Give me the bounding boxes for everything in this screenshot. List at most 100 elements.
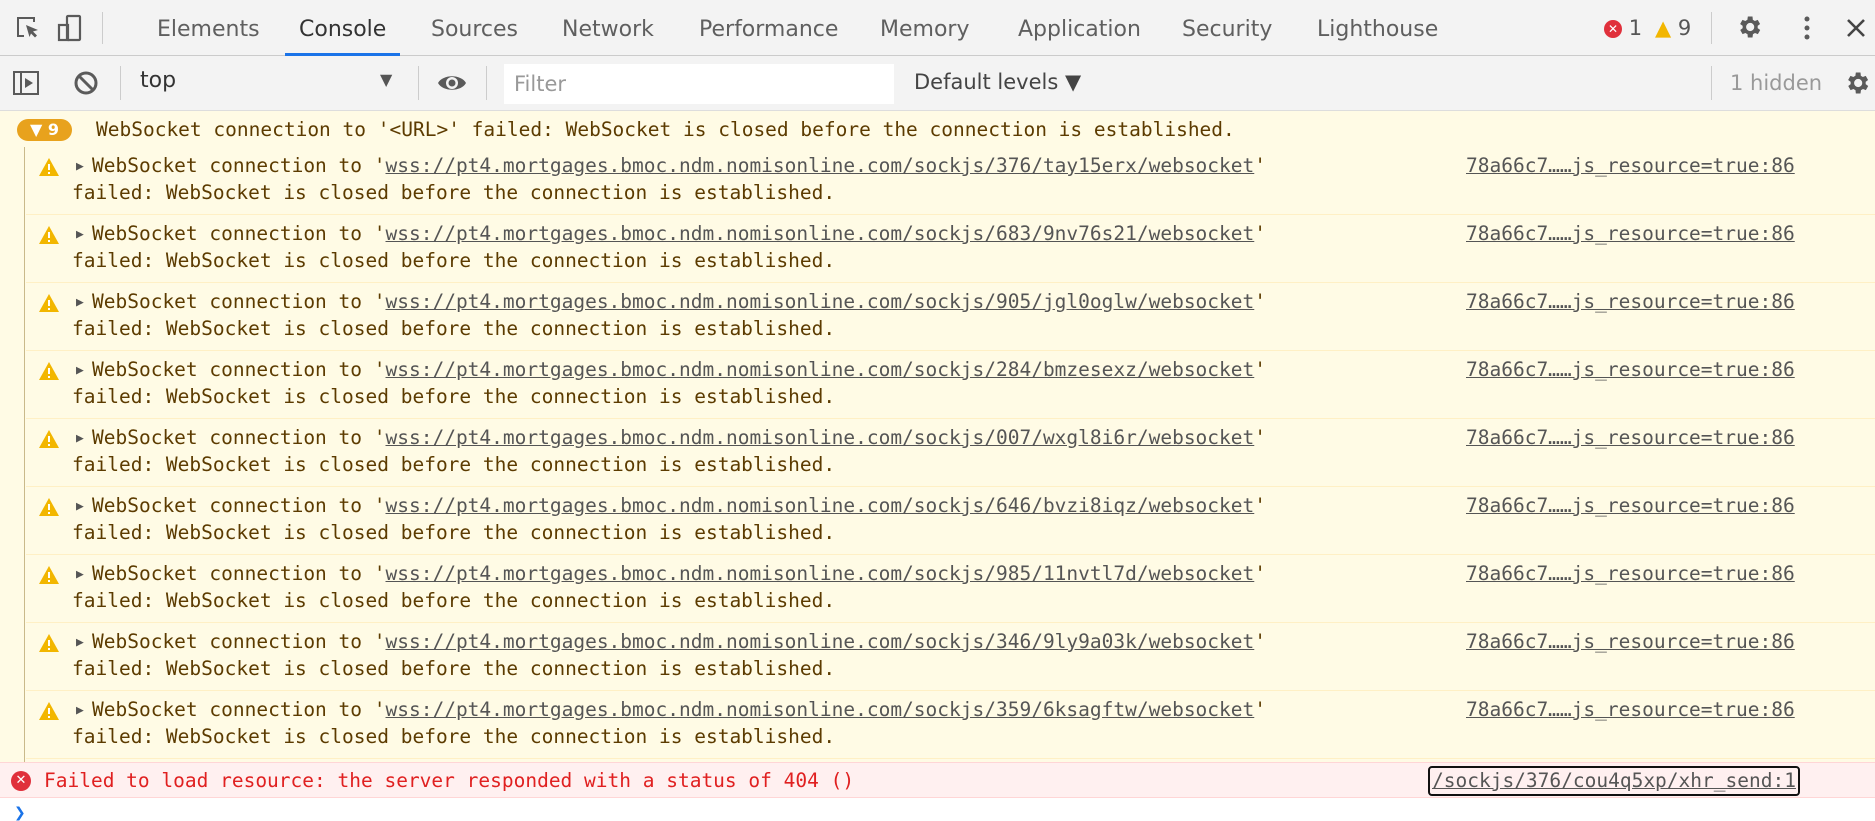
tab-console[interactable]: Console [285,0,401,56]
divider [1711,66,1712,100]
expand-triangle-icon[interactable]: ▶ [76,159,84,174]
message-group-header[interactable]: ▼ 9 WebSocket connection to '<URL>' fail… [0,111,1875,148]
warning-icon [39,430,59,448]
tab-sources[interactable]: Sources [417,0,532,55]
message-line-2: failed: WebSocket is closed before the c… [72,249,836,272]
expand-triangle-icon[interactable]: ▶ [76,635,84,650]
error-count[interactable]: ✕ 1 [1604,16,1642,40]
tab-performance[interactable]: Performance [685,0,852,55]
message-suffix: ' [1254,494,1267,517]
group-count-badge[interactable]: ▼ 9 [17,119,72,141]
source-link[interactable]: 78a66c7……js_resource=true:86 [1466,630,1795,653]
source-link[interactable]: 78a66c7……js_resource=true:86 [1466,698,1795,721]
message-line-1: WebSocket connection to 'wss://pt4.mortg… [92,222,1266,245]
warning-icon [39,634,59,652]
websocket-url-link[interactable]: wss://pt4.mortgages.bmoc.ndm.nomisonline… [386,290,1255,313]
filter-input[interactable]: Filter [504,64,894,104]
expand-triangle-icon[interactable]: ▶ [76,567,84,582]
message-prefix: WebSocket connection to ' [92,222,386,245]
tab-lighthouse[interactable]: Lighthouse [1303,0,1452,55]
source-link[interactable]: 78a66c7……js_resource=true:86 [1466,358,1795,381]
websocket-url-link[interactable]: wss://pt4.mortgages.bmoc.ndm.nomisonline… [386,154,1255,177]
message-prefix: WebSocket connection to ' [92,358,386,381]
live-expression-eye-icon[interactable] [436,70,468,96]
expand-triangle-icon[interactable]: ▶ [76,499,84,514]
device-toolbar-icon[interactable] [56,14,84,42]
console-message[interactable]: ▶ WebSocket connection to 'wss://pt4.mort… [26,283,1875,351]
console-message[interactable]: ▶ WebSocket connection to 'wss://pt4.mort… [26,215,1875,283]
context-selector[interactable]: top [140,68,176,93]
tab-network[interactable]: Network [548,0,668,55]
message-line-1: WebSocket connection to 'wss://pt4.mortg… [92,698,1266,721]
show-sidebar-icon[interactable] [12,69,40,97]
message-prefix: WebSocket connection to ' [92,494,386,517]
source-link[interactable]: 78a66c7……js_resource=true:86 [1466,290,1795,313]
warning-icon: ▲ [1655,16,1672,40]
console-message[interactable]: ▶ WebSocket connection to 'wss://pt4.mort… [26,555,1875,623]
warning-count[interactable]: ▲ 9 [1655,16,1691,40]
console-message[interactable]: ▶ WebSocket connection to 'wss://pt4.mort… [26,691,1875,759]
expand-triangle-icon[interactable]: ▶ [76,363,84,378]
warning-icon [39,226,59,244]
tab-security[interactable]: Security [1168,0,1286,55]
console-message[interactable]: ▶ WebSocket connection to 'wss://pt4.mort… [26,487,1875,555]
inspect-element-icon[interactable] [14,14,42,42]
message-suffix: ' [1254,222,1267,245]
tab-application[interactable]: Application [1004,0,1155,55]
message-line-1: WebSocket connection to 'wss://pt4.mortg… [92,630,1266,653]
websocket-url-link[interactable]: wss://pt4.mortgages.bmoc.ndm.nomisonline… [386,630,1255,653]
divider [418,66,419,100]
tab-elements[interactable]: Elements [143,0,274,55]
console-settings-gear-icon[interactable] [1843,69,1871,97]
gear-icon[interactable] [1735,13,1763,41]
clear-console-icon[interactable] [72,69,100,97]
source-link[interactable]: 78a66c7……js_resource=true:86 [1466,494,1795,517]
source-link[interactable]: 78a66c7……js_resource=true:86 [1466,222,1795,245]
console-message[interactable]: ▶ WebSocket connection to 'wss://pt4.mort… [26,623,1875,691]
websocket-url-link[interactable]: wss://pt4.mortgages.bmoc.ndm.nomisonline… [386,494,1255,517]
console-message[interactable]: ▶ WebSocket connection to 'wss://pt4.mort… [26,147,1875,215]
websocket-url-link[interactable]: wss://pt4.mortgages.bmoc.ndm.nomisonline… [386,698,1255,721]
log-levels-dropdown[interactable]: Default levels ▼ [914,70,1081,94]
message-prefix: WebSocket connection to ' [92,630,386,653]
source-link[interactable]: 78a66c7……js_resource=true:86 [1466,426,1795,449]
console-prompt-icon[interactable]: ❯ [14,805,26,821]
message-line-2: failed: WebSocket is closed before the c… [72,657,836,680]
websocket-url-link[interactable]: wss://pt4.mortgages.bmoc.ndm.nomisonline… [386,562,1255,585]
divider [120,66,121,100]
message-suffix: ' [1254,154,1267,177]
expand-triangle-icon[interactable]: ▶ [76,703,84,718]
tab-memory[interactable]: Memory [866,0,983,55]
message-suffix: ' [1254,562,1267,585]
error-icon: ✕ [11,771,31,791]
websocket-url-link[interactable]: wss://pt4.mortgages.bmoc.ndm.nomisonline… [386,222,1255,245]
console-message[interactable]: ▶ WebSocket connection to 'wss://pt4.mort… [26,419,1875,487]
warning-icon [39,294,59,312]
websocket-url-link[interactable]: wss://pt4.mortgages.bmoc.ndm.nomisonline… [386,426,1255,449]
source-link[interactable]: 78a66c7……js_resource=true:86 [1466,154,1795,177]
hidden-count: 1 hidden [1730,71,1823,95]
error-count-value: 1 [1628,16,1643,40]
source-link[interactable]: 78a66c7……js_resource=true:86 [1466,562,1795,585]
warning-icon [39,566,59,584]
message-line-2: failed: WebSocket is closed before the c… [72,725,836,748]
message-suffix: ' [1254,698,1267,721]
error-source-link[interactable]: /sockjs/376/cou4q5xp/xhr_send:1 [1428,766,1800,796]
expand-triangle-icon[interactable]: ▶ [76,295,84,310]
kebab-menu-icon[interactable] [1793,14,1821,42]
message-suffix: ' [1254,358,1267,381]
message-line-1: WebSocket connection to 'wss://pt4.mortg… [92,494,1266,517]
warning-icon [39,498,59,516]
context-dropdown-arrow-icon[interactable]: ▼ [380,70,392,89]
message-line-1: WebSocket connection to 'wss://pt4.mortg… [92,154,1266,177]
close-icon[interactable] [1842,14,1870,42]
expand-triangle-icon[interactable]: ▶ [76,431,84,446]
expand-triangle-icon[interactable]: ▶ [76,227,84,242]
console-message[interactable]: ▶ WebSocket connection to 'wss://pt4.mort… [26,351,1875,419]
message-prefix: WebSocket connection to ' [92,290,386,313]
message-line-2: failed: WebSocket is closed before the c… [72,521,836,544]
devtools-tab-bar: Elements Console Sources Network Performance… [0,0,1875,56]
message-line-2: failed: WebSocket is closed before the c… [72,317,836,340]
divider [102,12,103,44]
websocket-url-link[interactable]: wss://pt4.mortgages.bmoc.ndm.nomisonline… [386,358,1255,381]
